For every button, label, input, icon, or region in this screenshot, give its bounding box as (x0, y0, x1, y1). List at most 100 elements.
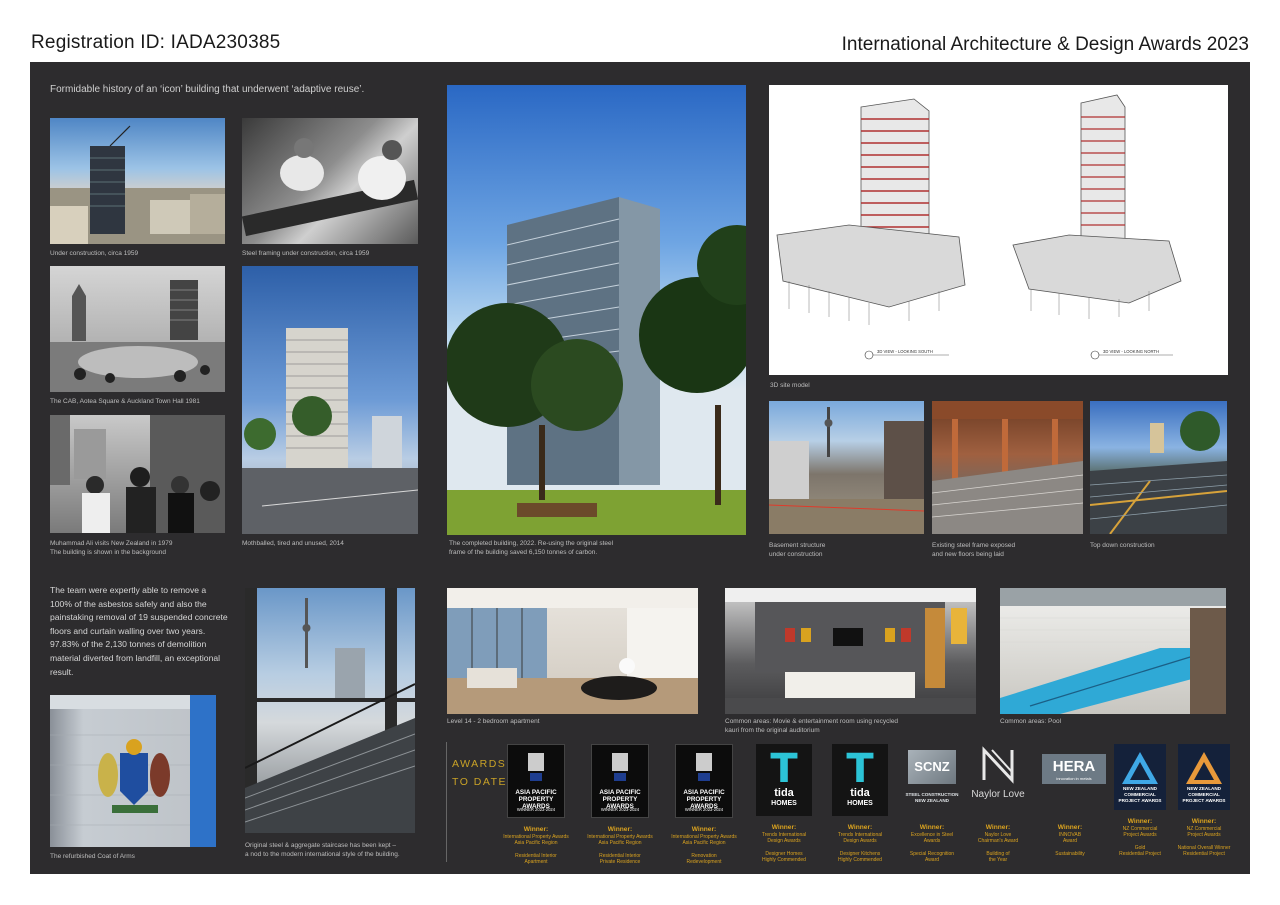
award-category: Special Recognition Award (909, 850, 955, 864)
logo-text: tida (850, 787, 870, 799)
award-name: Naylor Love Chairman's Award (977, 832, 1019, 845)
award-winner: Winner: (523, 826, 549, 833)
model-label-north: 3D VIEW - LOOKING NORTH (1103, 349, 1159, 354)
caption-line: Basement structure (769, 542, 826, 549)
caption-line: under construction (769, 551, 823, 558)
registration-id: Registration ID: IADA230385 (31, 32, 281, 53)
caption-line: Muhammad Ali visits New Zealand in 1979 (50, 540, 173, 547)
award-name: International Property Awards Asia Pacifi… (587, 834, 653, 847)
award-item: ASIA PACIFIC PROPERTY AWARDS WINNER 2023… (502, 744, 570, 866)
photo-steel-framing (242, 118, 418, 244)
tida-t-icon: T (770, 746, 798, 792)
event-title: International Architecture & Design Awar… (841, 34, 1249, 55)
tida-homes-logo: T tida HOMES (756, 744, 812, 816)
award-item: SCNZ STEEL CONSTRUCTION NEW ZEALAND Winn… (898, 744, 966, 864)
caption-line: a nod to the modern international style … (245, 851, 400, 858)
steel-framing-illustration (242, 138, 418, 237)
logo-text: tida (774, 787, 794, 799)
mothballed-illustration (242, 328, 418, 534)
basement-illustration (769, 407, 924, 534)
caption-apartment: Level 14 - 2 bedroom apartment (447, 718, 540, 725)
award-category: Residential Interior Private Residence (599, 852, 641, 866)
award-category: Designer Homes Highly Commended (762, 850, 806, 864)
steel-frame-illustration (932, 401, 1083, 534)
hera-logo: HERA innovation in metals (1042, 744, 1106, 816)
triangle-mark-icon (1186, 752, 1222, 784)
award-winner: Winner: (1127, 818, 1153, 825)
logo-subtext: HOMES (847, 800, 873, 807)
photo-cab-1981 (50, 266, 225, 392)
logo-subtext: innovation in metals (1056, 776, 1092, 781)
triangle-mark-icon (1122, 752, 1158, 784)
photo-top-down (1090, 401, 1227, 534)
award-item: T tida HOMES Winner: Trends Internationa… (826, 744, 894, 864)
award-winner: Winner: (691, 826, 717, 833)
asia-pacific-property-awards-logo: ASIA PACIFIC PROPERTY AWARDS WINNER 2023… (591, 744, 649, 818)
coat-of-arms-illustration (50, 695, 216, 847)
award-item: ASIA PACIFIC PROPERTY AWARDS WINNER 2023… (670, 744, 738, 866)
crest-icon (612, 753, 628, 781)
award-name: Trends International Design Awards (837, 832, 883, 845)
photo-pool (1000, 588, 1226, 714)
apartment-illustration (447, 588, 698, 714)
logo-text: NEW ZEALAND COMMERCIAL PROJECT AWARDS (1118, 786, 1162, 803)
presentation-board: Formidable history of an ‘icon’ building… (30, 62, 1250, 874)
award-name: Excellence in Steel Awards (910, 832, 954, 845)
completed-building-illustration (447, 197, 746, 535)
caption-line: and new floors being laid (932, 551, 1004, 558)
photo-mothballed (242, 266, 418, 534)
award-item: NEW ZEALAND COMMERCIAL PROJECT AWARDS Wi… (1106, 744, 1174, 858)
logo-text: Naylor Love (971, 789, 1025, 800)
caption-movie-room: Common areas: Movie & entertainment room… (725, 717, 898, 735)
caption-muhammad-ali: Muhammad Ali visits New Zealand in 1979 … (50, 539, 172, 557)
nz-commercial-project-awards-logo: NEW ZEALAND COMMERCIAL PROJECT AWARDS (1114, 744, 1166, 810)
model-label-south: 3D VIEW - LOOKING SOUTH (877, 349, 933, 354)
photo-apartment (447, 588, 698, 714)
award-category: Renovation Redevelopment (686, 852, 722, 866)
caption-line: The completed building, 2022. Re-using t… (449, 540, 614, 547)
caption-completed-building: The completed building, 2022. Re-using t… (449, 539, 613, 557)
scnz-mark: SCNZ (908, 750, 956, 784)
logo-subtext: HOMES (771, 800, 797, 807)
caption-top-down: Top down construction (1090, 542, 1155, 549)
award-category: Residential Interior Apartment (515, 852, 557, 866)
staircase-illustration (245, 588, 415, 833)
naylor-love-logo: Naylor Love (970, 744, 1026, 816)
award-category: Designer Kitchens Highly Commended (838, 850, 882, 864)
photo-under-construction (50, 118, 225, 244)
caption-steel-frame: Existing steel frame exposed and new flo… (932, 541, 1015, 559)
award-winner: Winner: (919, 824, 945, 831)
intro-text: Formidable history of an ‘icon’ building… (50, 84, 365, 95)
award-name: International Property Awards Asia Pacifi… (671, 834, 737, 847)
award-item: NEW ZEALAND COMMERCIAL PROJECT AWARDS Wi… (1170, 744, 1238, 858)
caption-basement: Basement structure under construction (769, 541, 825, 559)
photo-muhammad-ali (50, 415, 225, 533)
movie-room-illustration (725, 588, 976, 714)
caption-pool: Common areas: Pool (1000, 718, 1062, 725)
top-down-illustration (1090, 411, 1227, 534)
award-item: ASIA PACIFIC PROPERTY AWARDS WINNER 2023… (586, 744, 654, 866)
award-winner: Winner: (1057, 824, 1083, 831)
photo-staircase (245, 588, 415, 833)
caption-line: Common areas: Movie & entertainment room… (725, 718, 899, 725)
tida-homes-logo: T tida HOMES (832, 744, 888, 816)
caption-steel-framing: Steel framing under construction, circa … (242, 250, 370, 257)
site-model-illustration: 3D VIEW - LOOKING SOUTH 3D VIEW - LOOKIN… (776, 94, 1182, 360)
caption-line: kauri from the original auditorium (725, 727, 820, 734)
aotea-square-illustration (50, 280, 225, 392)
award-winner: Winner: (1191, 818, 1217, 825)
award-name: International Property Awards Asia Pacifi… (503, 834, 569, 847)
caption-line: Existing steel frame exposed (932, 542, 1016, 549)
crest-icon (528, 753, 544, 781)
asbestos-paragraph: The team were expertly able to remove a … (50, 585, 228, 677)
awards-divider (446, 742, 447, 862)
caption-line: frame of the building saved 6,150 tonnes… (449, 549, 598, 556)
crowd-illustration (50, 415, 225, 533)
logo-text: NEW ZEALAND COMMERCIAL PROJECT AWARDS (1182, 786, 1226, 803)
award-name: Trends International Design Awards (761, 832, 807, 845)
caption-line: The building is shown in the background (50, 549, 166, 556)
logo-subtext: WINNER 2023-2024 (516, 807, 556, 812)
caption-mothballed: Mothballed, tired and unused, 2014 (242, 540, 344, 547)
award-winner: Winner: (771, 824, 797, 831)
award-winner: Winner: (607, 826, 633, 833)
